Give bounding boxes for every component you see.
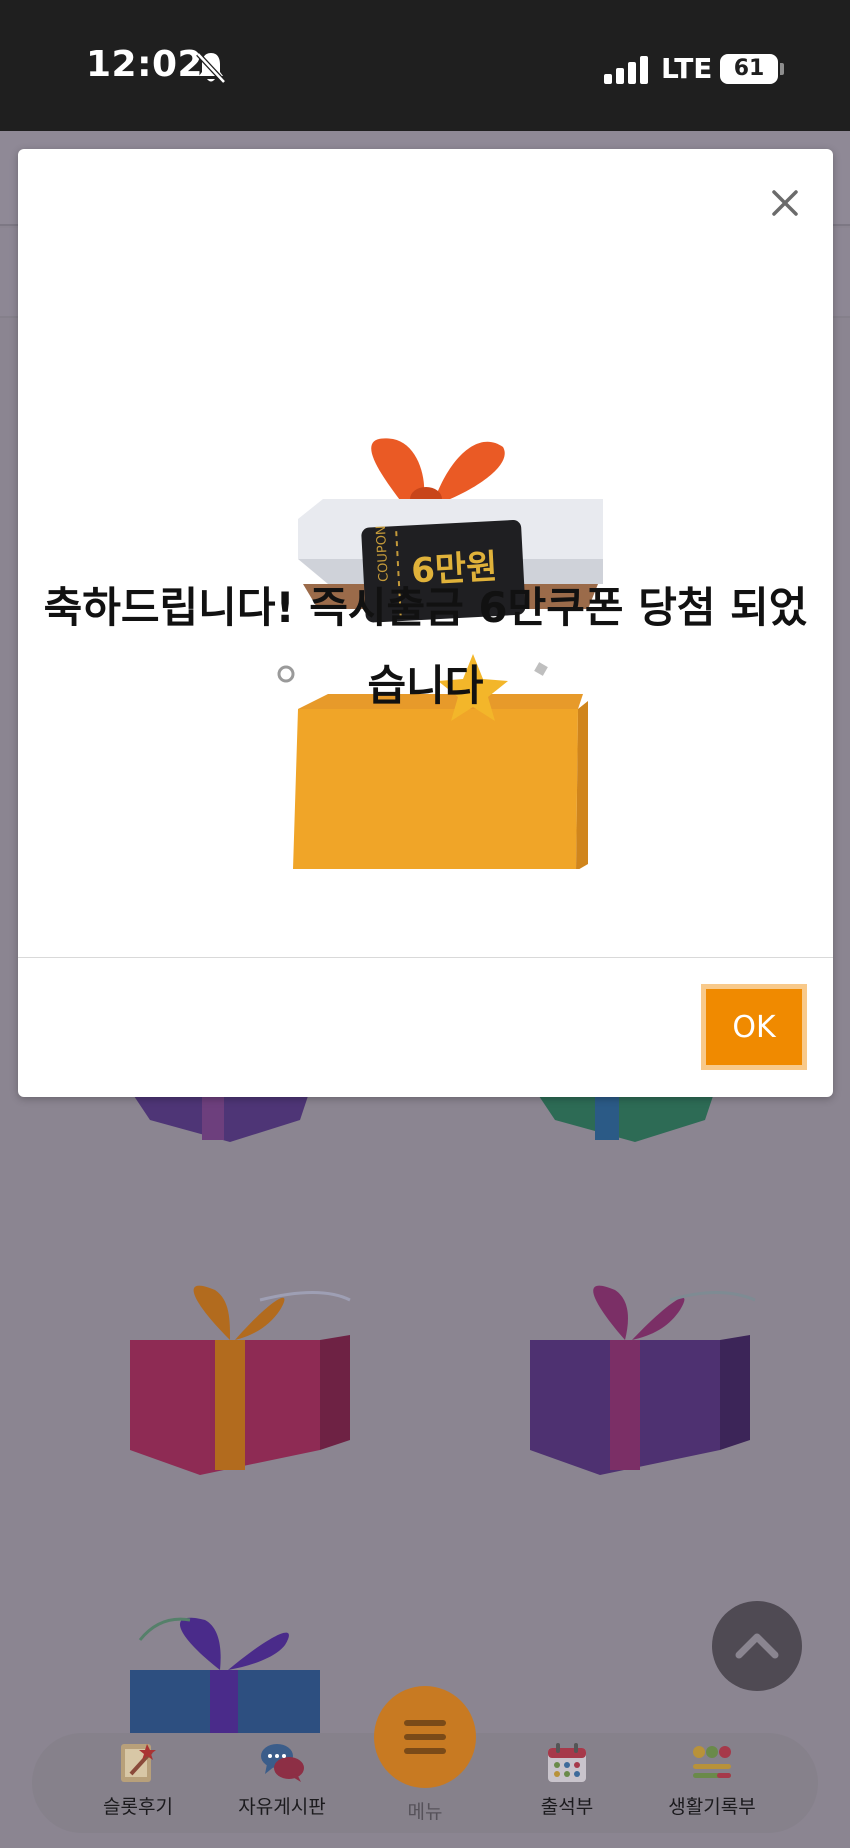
- nav-label: 출석부: [540, 1796, 594, 1818]
- nav-item-slot-reviews[interactable]: 슬롯후기: [68, 1740, 208, 1832]
- hamburger-menu-icon: [404, 1720, 446, 1754]
- gift-box-red: [130, 1285, 351, 1475]
- nav-item-life-record[interactable]: 생활기록부: [642, 1740, 782, 1832]
- nav-label: 자유게시판: [238, 1796, 326, 1818]
- bell-muted-icon: [196, 52, 226, 84]
- status-bar: 12:02 LTE 61: [0, 0, 850, 131]
- nav-item-attendance[interactable]: 출석부: [497, 1740, 637, 1832]
- battery-icon: 61: [720, 54, 778, 84]
- gift-box-blue: [130, 1617, 320, 1740]
- chat-bubbles-icon: [261, 1744, 304, 1782]
- nav-item-free-board[interactable]: 자유게시판: [212, 1740, 352, 1832]
- gift-box-green-top: [535, 1090, 715, 1142]
- gift-box-violet: [530, 1285, 756, 1475]
- nav-label: 생활기록부: [668, 1796, 756, 1818]
- chevron-up-icon: [735, 1633, 779, 1659]
- close-icon[interactable]: [770, 188, 800, 218]
- scroll-to-top-button[interactable]: [712, 1601, 802, 1691]
- nav-label: 슬롯후기: [103, 1796, 173, 1818]
- prize-modal: COUPON 6만원 축하드립니다! 즉시출금 6만쿠폰 당첨 되었습니다 OK: [18, 149, 833, 1097]
- battery-tip: [780, 63, 784, 75]
- menu-button[interactable]: [374, 1686, 476, 1788]
- review-note-icon: [121, 1744, 156, 1782]
- status-time: 12:02: [86, 44, 204, 85]
- battery-level: 61: [733, 56, 765, 81]
- network-type: LTE: [661, 52, 713, 85]
- ok-button[interactable]: OK: [701, 984, 807, 1070]
- emoji-record-icon: [693, 1746, 731, 1778]
- calendar-icon: [548, 1743, 586, 1782]
- nav-label-menu: 메뉴: [407, 1801, 443, 1823]
- prize-message: 축하드립니다! 즉시출금 6만쿠폰 당첨 되었습니다: [43, 583, 808, 710]
- modal-divider: [18, 957, 833, 958]
- gift-box-purple-top: [130, 1090, 310, 1142]
- cellular-signal-icon: [604, 56, 648, 84]
